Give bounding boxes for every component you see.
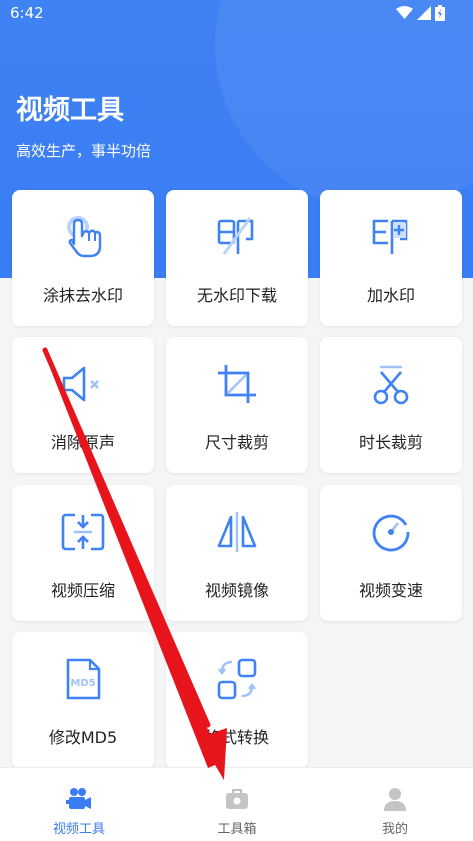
page-subtitle: 高效生产，事半功倍 — [16, 142, 152, 160]
tool-label: 格式转换 — [204, 728, 269, 747]
tool-label: 消除原声 — [50, 433, 115, 452]
tool-card-format-convert[interactable]: 格式转换 — [166, 632, 308, 768]
compress-icon — [61, 513, 105, 551]
tool-label: 尺寸裁剪 — [204, 433, 269, 452]
status-bar: 6:42 — [0, 0, 473, 28]
wifi-icon — [396, 6, 413, 19]
signal-icon — [417, 6, 431, 20]
tool-label: 视频压缩 — [50, 581, 115, 600]
bottom-tab-bar: 视频工具 工具箱 我的 — [0, 767, 473, 841]
crop-icon — [218, 365, 256, 403]
tab-label: 我的 — [381, 822, 408, 837]
toolbox-icon — [226, 789, 248, 809]
tool-card-trim-duration[interactable]: 时长裁剪 — [320, 337, 462, 473]
scissors-icon — [373, 365, 409, 405]
banner-decoration — [215, 0, 473, 210]
tool-label: 加水印 — [366, 286, 415, 305]
tool-label: 时长裁剪 — [358, 433, 423, 452]
tool-label: 涂抹去水印 — [42, 286, 123, 305]
tool-card-add-watermark[interactable]: 加水印 — [320, 190, 462, 326]
add-watermark-icon — [372, 219, 408, 254]
tab-label: 工具箱 — [217, 822, 257, 837]
tab-label: 视频工具 — [52, 822, 105, 837]
md5-file-icon: MD5 — [66, 658, 101, 700]
tap-hand-icon — [67, 216, 102, 258]
tool-card-speed[interactable]: 视频变速 — [320, 485, 462, 621]
tool-card-compress[interactable]: 视频压缩 — [12, 485, 154, 621]
tool-card-remove-audio[interactable]: 消除原声 — [12, 337, 154, 473]
tab-video-tools[interactable]: 视频工具 — [0, 768, 158, 841]
mute-speaker-icon — [62, 366, 99, 402]
status-time: 6:42 — [10, 4, 44, 22]
battery-icon — [435, 5, 445, 21]
tool-card-remove-watermark[interactable]: 涂抹去水印 — [12, 190, 154, 326]
tool-card-mirror[interactable]: 视频镜像 — [166, 485, 308, 621]
tool-label: 修改MD5 — [48, 728, 118, 747]
tool-card-no-watermark-download[interactable]: 无水印下载 — [166, 190, 308, 326]
page-title: 视频工具 — [16, 95, 124, 126]
tab-profile[interactable]: 我的 — [316, 768, 473, 841]
status-icons — [396, 5, 445, 21]
tool-label: 视频镜像 — [204, 581, 269, 600]
video-camera-icon — [66, 788, 91, 809]
no-watermark-icon — [217, 217, 254, 255]
convert-format-icon — [217, 658, 257, 700]
svg-text:MD5: MD5 — [70, 678, 95, 689]
tool-card-crop-size[interactable]: 尺寸裁剪 — [166, 337, 308, 473]
tool-card-modify-md5[interactable]: MD5 修改MD5 — [12, 632, 154, 768]
person-icon — [384, 788, 406, 811]
tab-toolbox[interactable]: 工具箱 — [158, 768, 316, 841]
tool-label: 视频变速 — [358, 581, 423, 600]
mirror-icon — [217, 512, 257, 552]
tool-label: 无水印下载 — [196, 286, 277, 305]
speedometer-icon — [372, 514, 410, 552]
